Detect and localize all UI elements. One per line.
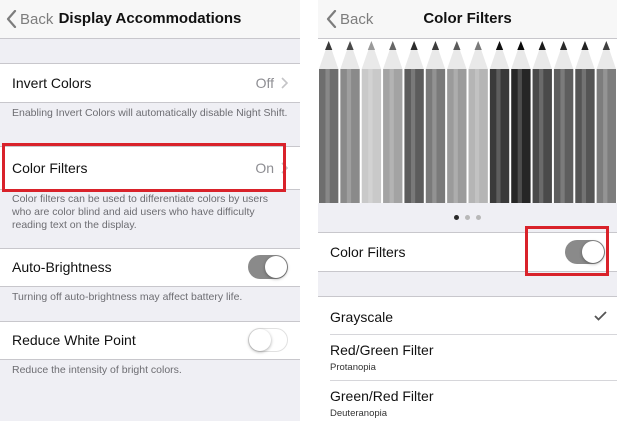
- checkmark-icon: [594, 311, 607, 321]
- page-title: Color Filters: [423, 10, 512, 27]
- color-filters-toggle[interactable]: [565, 240, 605, 264]
- option-label: Grayscale: [330, 309, 394, 325]
- reduce-white-point-label: Reduce White Point: [12, 332, 136, 348]
- chevron-right-icon: [281, 162, 288, 174]
- page-title: Display Accommodations: [58, 10, 242, 27]
- page-dot: [454, 215, 459, 220]
- toggle-knob: [249, 329, 271, 351]
- chevron-right-icon: [281, 77, 288, 89]
- pencil: [361, 41, 382, 203]
- option-label: Green/Red Filter: [330, 388, 434, 404]
- invert-colors-label: Invert Colors: [12, 75, 92, 91]
- pencil: [468, 41, 488, 203]
- option-green-red-filter[interactable]: Green/Red Filter Deuteranopia: [318, 381, 617, 421]
- invert-colors-row[interactable]: Invert Colors Off: [0, 63, 300, 103]
- option-grayscale[interactable]: Grayscale: [318, 297, 617, 334]
- pencil: [383, 41, 403, 203]
- nav-bar: Back Display Accommodations: [0, 0, 300, 39]
- reduce-white-point-footer: Reduce the intensity of bright colors.: [12, 364, 182, 376]
- pencil: [319, 41, 339, 203]
- page-indicator[interactable]: [318, 207, 617, 225]
- option-red-green-filter[interactable]: Red/Green Filter Protanopia: [318, 335, 617, 380]
- pencil: [575, 41, 595, 203]
- pencil: [532, 41, 552, 203]
- pencil: [425, 41, 446, 203]
- option-sublabel: Protanopia: [330, 362, 376, 373]
- color-filters-screen: Back Color Filters Color Filters Graysca…: [318, 0, 617, 421]
- auto-brightness-footer: Turning off auto-brightness may affect b…: [12, 291, 243, 303]
- color-preview-carousel[interactable]: [318, 39, 617, 203]
- color-filters-toggle-row: Color Filters: [318, 232, 617, 272]
- pencil: [340, 41, 360, 203]
- pencil: [511, 41, 531, 203]
- auto-brightness-row: Auto-Brightness: [0, 248, 300, 287]
- color-filters-value: On: [255, 160, 274, 176]
- page-dot: [465, 215, 470, 220]
- screen-gap: [300, 0, 318, 421]
- color-filters-label: Color Filters: [12, 160, 88, 176]
- option-label: Red/Green Filter: [330, 342, 434, 358]
- nav-bar: Back Color Filters: [318, 0, 617, 39]
- invert-colors-value: Off: [255, 75, 274, 91]
- page-dot: [476, 215, 481, 220]
- filter-options-list: Grayscale Red/Green Filter Protanopia Gr…: [318, 296, 617, 421]
- pencil: [447, 41, 467, 203]
- reduce-white-point-toggle[interactable]: [248, 328, 288, 352]
- option-sublabel: Deuteranopia: [330, 408, 388, 419]
- pencil: [404, 41, 424, 203]
- toggle-knob: [265, 256, 287, 278]
- toggle-knob: [582, 241, 604, 263]
- color-filters-toggle-label: Color Filters: [330, 244, 406, 260]
- pencil: [596, 41, 616, 203]
- color-filters-row[interactable]: Color Filters On: [0, 146, 300, 190]
- display-accommodations-screen: Back Display Accommodations Invert Color…: [0, 0, 300, 421]
- auto-brightness-toggle[interactable]: [248, 255, 288, 279]
- pencils-preview-image: [319, 41, 616, 203]
- auto-brightness-label: Auto-Brightness: [12, 259, 112, 275]
- pencil: [553, 41, 574, 203]
- invert-colors-footer: Enabling Invert Colors will automaticall…: [12, 107, 288, 119]
- reduce-white-point-row: Reduce White Point: [0, 321, 300, 360]
- color-filters-footer: Color filters can be used to differentia…: [12, 193, 269, 231]
- pencil: [489, 41, 510, 203]
